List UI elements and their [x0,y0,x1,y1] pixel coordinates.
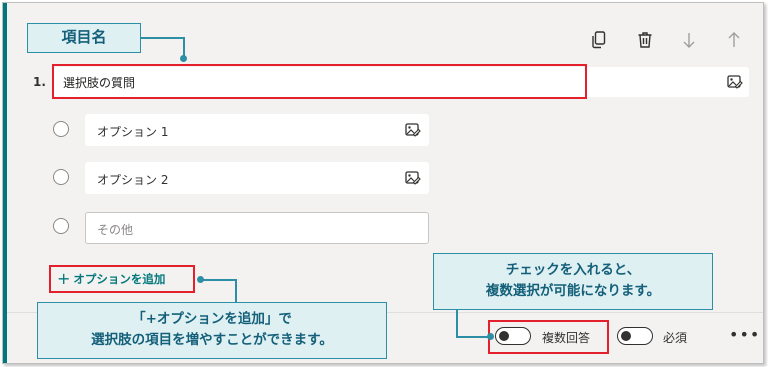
callout-multiple-answers-note: チェックを入れると、 複数選択が可能になります。 [433,253,713,310]
add-option-label: オプションを追加 [73,272,166,286]
plus-icon: + [57,269,71,288]
callout-pointer-dot [487,333,494,340]
option-2-radio[interactable] [53,169,69,185]
toggle-knob [621,331,631,341]
callout-line: 「+オプションを追加」で [132,311,292,327]
callout-connector [456,336,491,338]
insert-image-icon[interactable] [405,170,421,190]
arrow-down-icon[interactable] [678,29,700,51]
callout-connector [456,310,458,337]
option-1-field[interactable]: オプション 1 [85,114,429,146]
add-option-button[interactable]: + オプションを追加 [49,265,195,293]
option-1-label: オプション 1 [97,125,169,139]
multiple-answers-label: 複数回答 [542,331,591,345]
callout-line: チェックを入れると、 [505,262,641,278]
other-option-field[interactable]: その他 [85,212,429,244]
arrow-up-icon[interactable] [723,29,745,51]
required-toggle[interactable] [617,327,653,345]
active-accent-bar [3,3,7,363]
callout-add-option-note: 「+オプションを追加」で 選択肢の項目を増やすことができます。 [37,302,387,359]
callout-item-name: 項目名 [27,23,141,53]
callout-item-name-text: 項目名 [61,28,107,46]
callout-connector [183,37,185,56]
copy-icon[interactable] [588,29,610,51]
question-number: 1. [33,75,46,89]
insert-image-icon[interactable] [727,74,743,94]
option-2-label: オプション 2 [97,173,169,187]
trash-icon[interactable] [634,29,656,51]
callout-line: 選択肢の項目を増やすことができます。 [91,332,333,348]
insert-image-icon[interactable] [405,122,421,142]
toggle-knob [499,331,509,341]
callout-connector [203,279,236,281]
multiple-answers-toggle[interactable] [495,327,531,345]
callout-connector [235,279,237,303]
more-options-icon[interactable]: ••• [729,325,760,344]
required-label: 必須 [663,331,688,345]
other-option-label: その他 [97,223,134,237]
question-card: 1. 選択肢の質問 オプション 1 オプション 2 その他 + オプションを追加… [2,2,764,364]
callout-line: 複数選択が可能になります。 [485,283,661,299]
option-1-radio[interactable] [53,121,69,137]
option-2-field[interactable]: オプション 2 [85,162,429,194]
callout-connector [141,37,183,39]
callout-pointer-dot [180,55,187,62]
question-title-highlight [52,64,587,99]
other-option-radio[interactable] [53,218,69,234]
